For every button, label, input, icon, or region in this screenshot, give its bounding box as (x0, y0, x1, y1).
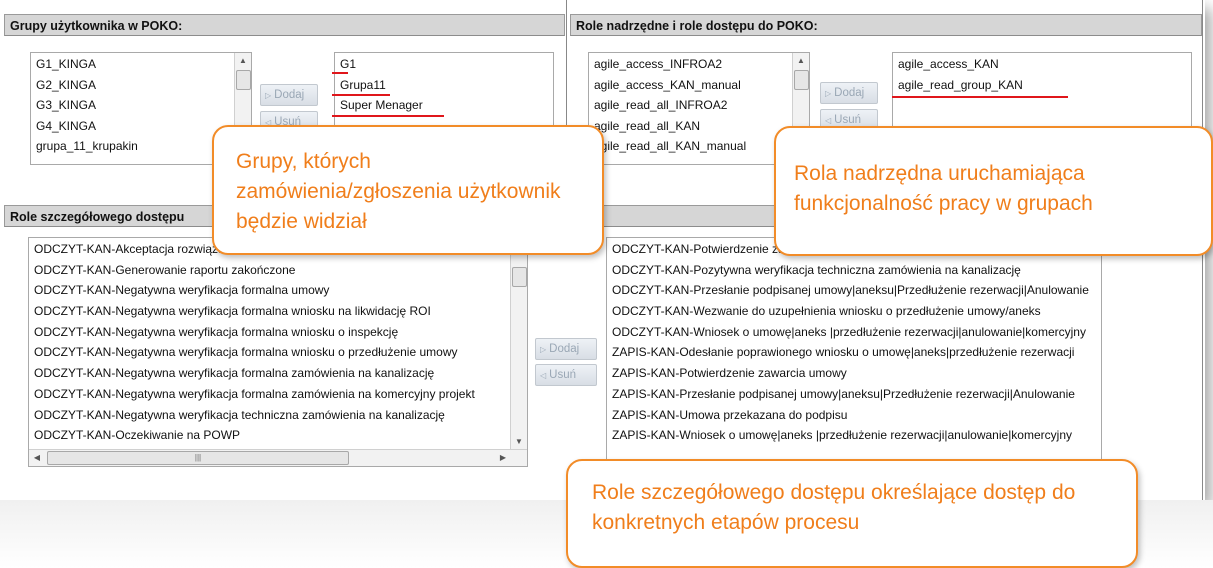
scroll-down-icon[interactable]: ▼ (511, 434, 527, 450)
remove-detailed-role-label: Usuń (549, 369, 577, 381)
add-role-button[interactable]: ▷ Dodaj (820, 82, 878, 104)
remove-detailed-role-button[interactable]: ◁ Usuń (535, 364, 597, 386)
list-item[interactable]: ZAPIS-KAN-Wniosek o umowę|aneks |przedłu… (607, 425, 1101, 446)
scroll-thumb[interactable] (512, 267, 527, 287)
list-item[interactable]: Grupa11 (335, 75, 553, 96)
scroll-up-icon[interactable]: ▲ (793, 53, 809, 69)
groups-callout-text: Grupy, których zamówienia/zgłoszenia uży… (236, 150, 561, 233)
arrow-right-icon: ▷ (265, 91, 272, 100)
list-item[interactable]: agile_access_KAN (893, 54, 1191, 75)
detail-process-callout-text: Role szczegółowego dostępu określające d… (592, 481, 1076, 534)
list-item[interactable]: ZAPIS-KAN-Przesłanie podpisanej umowy|an… (607, 384, 1101, 405)
scroll-left-icon[interactable]: ◀ (29, 450, 45, 466)
list-item[interactable]: ODCZYT-KAN-Negatywna weryfikacja formaln… (29, 301, 527, 322)
list-item[interactable]: agile_read_group_KAN (893, 75, 1191, 96)
list-item[interactable]: ZAPIS-KAN-Odesłanie poprawionego wniosku… (607, 342, 1101, 363)
arrow-left-icon: ◁ (825, 116, 832, 125)
groups-callout: Grupy, których zamówienia/zgłoszenia uży… (212, 125, 604, 255)
arrow-left-icon: ◁ (540, 371, 547, 380)
list-item[interactable]: agile_access_KAN_manual (589, 75, 809, 96)
roles-callout: Rola nadrzędna uruchamiająca funkcjonaln… (774, 126, 1213, 256)
list-item[interactable]: agile_access_INFROA2 (589, 54, 809, 75)
roles-callout-text: Rola nadrzędna uruchamiająca funkcjonaln… (794, 162, 1093, 215)
underline-mark (332, 72, 348, 74)
underline-mark (332, 115, 444, 117)
arrow-right-icon: ▷ (825, 89, 832, 98)
arrow-right-icon: ▷ (540, 345, 547, 354)
list-item[interactable]: ODCZYT-KAN-Wniosek o umowę|aneks |przedł… (607, 322, 1101, 343)
list-item[interactable]: ZAPIS-KAN-Potwierdzenie zawarcia umowy (607, 363, 1101, 384)
list-item[interactable]: ODCZYT-KAN-Negatywna weryfikacja formaln… (29, 342, 527, 363)
remove-role-label: Usuń (834, 114, 862, 126)
list-item[interactable]: Super Menager (335, 95, 553, 116)
user-groups-header: Grupy użytkownika w POKO: (4, 14, 565, 36)
list-item[interactable]: agile_read_all_INFROA2 (589, 95, 809, 116)
add-detailed-role-button[interactable]: ▷ Dodaj (535, 338, 597, 360)
list-item[interactable]: G3_KINGA (31, 95, 251, 116)
available-detailed-roles-list[interactable]: ODCZYT-KAN-Akceptacja rozwiązania ODCZYT-… (28, 237, 528, 467)
list-item[interactable]: ODCZYT-KAN-Oczekiwanie na POWP (29, 425, 527, 446)
list-item[interactable]: ODCZYT-KAN-Negatywna weryfikacja formaln… (29, 280, 527, 301)
add-group-label: Dodaj (274, 89, 305, 101)
detailed-roles-hscrollbar[interactable]: ◀ ||| ▶ (29, 449, 527, 466)
list-item[interactable]: G1_KINGA (31, 54, 251, 75)
list-item[interactable]: G2_KINGA (31, 75, 251, 96)
list-item[interactable]: ODCZYT-KAN-Negatywna weryfikacja technic… (29, 405, 527, 426)
list-item[interactable]: ODCZYT-KAN-Przesłanie podpisanej umowy|a… (607, 280, 1101, 301)
detailed-roles-vscrollbar[interactable]: ▼ (510, 238, 527, 450)
add-role-label: Dodaj (834, 87, 865, 99)
list-item[interactable]: ODCZYT-KAN-Pozytywna weryfikacja technic… (607, 260, 1101, 281)
scroll-right-icon[interactable]: ▶ (495, 450, 511, 466)
add-detailed-role-label: Dodaj (549, 343, 580, 355)
detail-process-callout: Role szczegółowego dostępu określające d… (566, 459, 1138, 568)
scroll-up-icon[interactable]: ▲ (235, 53, 251, 69)
list-item[interactable]: G1 (335, 54, 553, 75)
selected-detailed-roles-list[interactable]: ODCZYT-KAN-Potwierdzenie zawarcia umowy O… (606, 237, 1102, 467)
list-item[interactable]: ODCZYT-KAN-Wezwanie do uzupełnienia wnio… (607, 301, 1101, 322)
add-group-button[interactable]: ▷ Dodaj (260, 84, 318, 106)
underline-mark (332, 94, 390, 96)
list-item[interactable]: ODCZYT-KAN-Negatywna weryfikacja formaln… (29, 322, 527, 343)
list-item[interactable]: ODCZYT-KAN-Negatywna weryfikacja formaln… (29, 384, 527, 405)
scroll-thumb[interactable]: ||| (47, 451, 349, 465)
list-item[interactable]: ODCZYT-KAN-Negatywna weryfikacja formaln… (29, 363, 527, 384)
list-item[interactable]: ZAPIS-KAN-Umowa przekazana do podpisu (607, 405, 1101, 426)
list-item[interactable]: ODCZYT-KAN-Generowanie raportu zakończon… (29, 260, 527, 281)
scroll-thumb[interactable] (236, 70, 251, 90)
underline-mark (892, 96, 1068, 98)
roles-header: Role nadrzędne i role dostępu do POKO: (570, 14, 1202, 36)
scroll-thumb[interactable] (794, 70, 809, 90)
